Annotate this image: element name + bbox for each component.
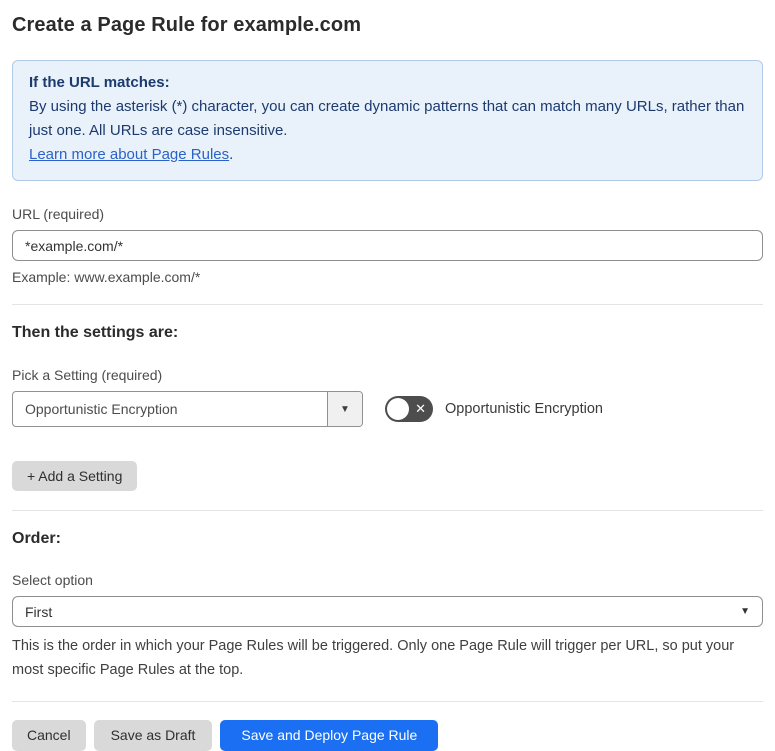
setting-dropdown[interactable]: Opportunistic Encryption ▼: [12, 391, 363, 427]
add-setting-button[interactable]: + Add a Setting: [12, 461, 138, 491]
setting-dropdown-value: Opportunistic Encryption: [25, 401, 178, 417]
url-field-label: URL (required): [12, 206, 105, 222]
url-example-helper: Example: www.example.com/*: [12, 269, 201, 285]
save-and-deploy-button[interactable]: Save and Deploy Page Rule: [220, 720, 439, 751]
url-matches-info-box: If the URL matches: By using the asteris…: [12, 60, 763, 181]
setting-dropdown-button[interactable]: ▼: [327, 392, 362, 426]
toggle-label: Opportunistic Encryption: [445, 401, 603, 417]
info-box-heading: If the URL matches:: [29, 74, 170, 91]
order-select-label: Select option: [12, 572, 93, 588]
toggle-off-x-icon: ✕: [415, 401, 426, 417]
form-actions: Cancel Save as Draft Save and Deploy Pag…: [12, 720, 763, 751]
divider: [12, 510, 763, 511]
toggle-knob: [387, 398, 409, 420]
setting-row: Opportunistic Encryption ▼ ✕ Opportunist…: [12, 391, 763, 427]
order-select-value: First: [25, 603, 53, 620]
info-box-link-line: Learn more about Page Rules.: [29, 143, 746, 167]
url-input[interactable]: [12, 230, 763, 261]
info-box-body: By using the asterisk (*) character, you…: [29, 98, 745, 139]
order-helper-text: This is the order in which your Page Rul…: [12, 638, 735, 678]
divider: [12, 701, 763, 702]
settings-section-heading: Then the settings are:: [12, 324, 179, 341]
opportunistic-encryption-toggle[interactable]: ✕: [385, 396, 433, 422]
order-select[interactable]: First ▼: [12, 596, 763, 627]
page-title: Create a Page Rule for example.com: [12, 14, 362, 36]
save-as-draft-button[interactable]: Save as Draft: [93, 720, 213, 751]
page-rule-form: Create a Page Rule for example.com If th…: [0, 0, 775, 751]
cancel-button[interactable]: Cancel: [12, 720, 86, 751]
learn-more-link[interactable]: Learn more about Page Rules: [29, 146, 229, 163]
pick-setting-label: Pick a Setting (required): [12, 367, 163, 383]
order-section-heading: Order:: [12, 530, 61, 547]
chevron-down-icon: ▼: [340, 403, 350, 415]
caret-down-icon: ▼: [740, 606, 750, 617]
link-suffix: .: [229, 146, 234, 163]
divider: [12, 304, 763, 305]
